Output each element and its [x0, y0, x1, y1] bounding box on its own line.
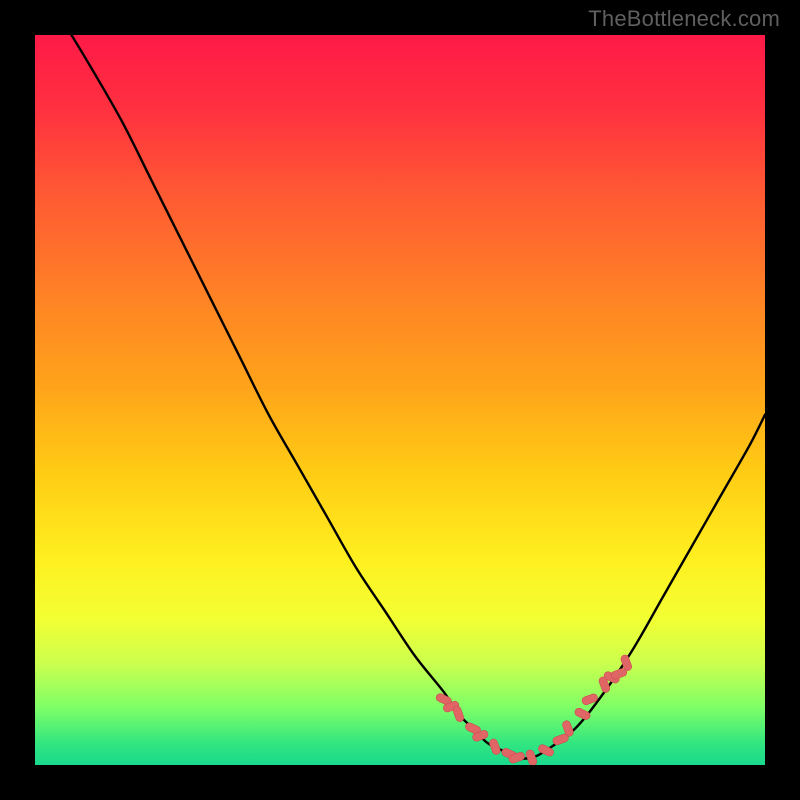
highlight-markers: [435, 654, 633, 765]
marker-point: [452, 705, 465, 723]
marker-point: [488, 738, 501, 756]
plot-area: [35, 35, 765, 765]
chart-frame: TheBottleneck.com: [0, 0, 800, 800]
curve-layer: [35, 35, 765, 765]
watermark-text: TheBottleneck.com: [588, 6, 780, 32]
bottleneck-curve: [72, 35, 766, 759]
